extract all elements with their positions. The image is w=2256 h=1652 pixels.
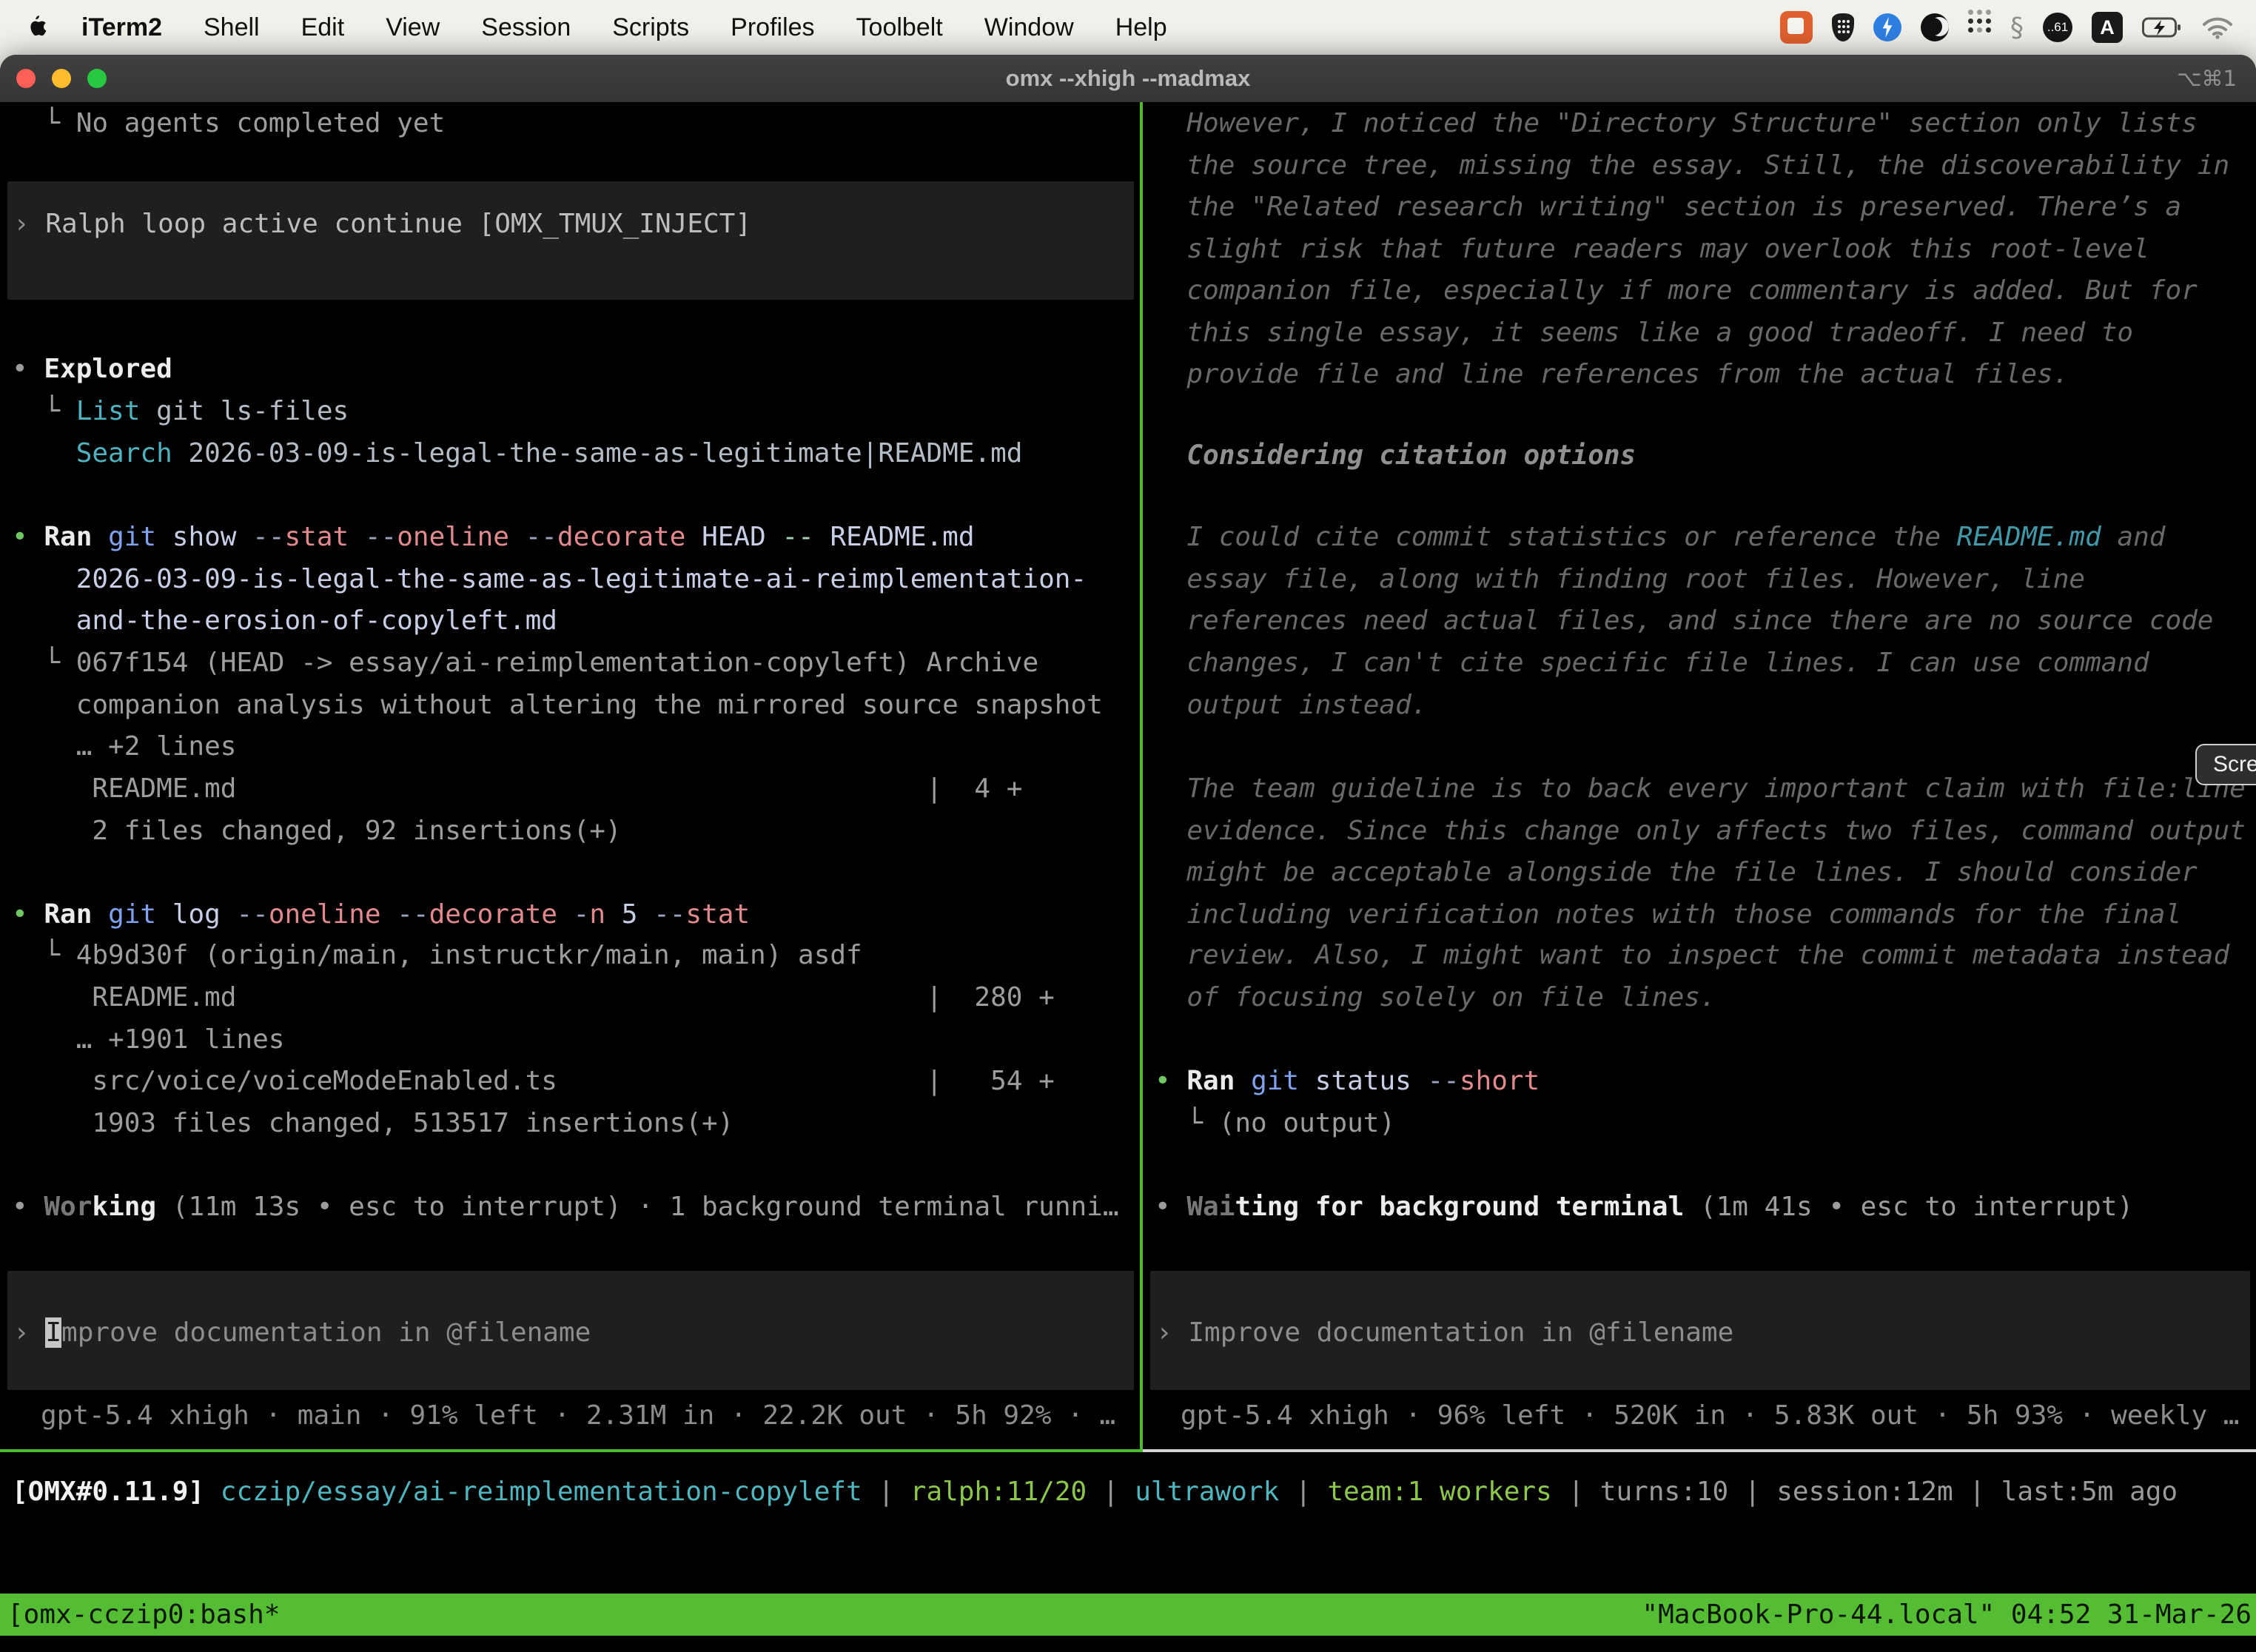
window-title: omx --xhigh --madmax [0, 65, 2256, 92]
terminal-line: › Improve documentation in @filename [1156, 1312, 1733, 1354]
menu-item-view[interactable]: View [365, 13, 460, 42]
terminal-line: • Ran git log --oneline --decorate -n 5 … [12, 893, 750, 936]
terminal-line: references need actual files, and since … [1155, 600, 2213, 642]
wifi-icon[interactable] [2201, 0, 2234, 55]
menu-bar: iTerm2 ShellEditViewSessionScriptsProfil… [0, 0, 2256, 55]
terminal-line: • Ran git show --stat --oneline --decora… [12, 516, 975, 558]
menubar-status-icons: § ..61 A [1780, 0, 2256, 55]
terminal-area: └ No agents completed yet › Ralph loop ac… [0, 102, 2256, 1449]
terminal-line: changes, I can't cite specific file line… [1155, 642, 2149, 684]
terminal-line: • Waiting for background terminal (1m 41… [1155, 1186, 2133, 1228]
terminal-line: 2 files changed, 92 insertions(+) [12, 810, 622, 852]
omx-status-line: [OMX#0.11.9] cczip/essay/ai-reimplementa… [12, 1471, 2178, 1513]
terminal-line: └ No agents completed yet [12, 102, 445, 144]
iterm-window: omx --xhigh --madmax ⌥⌘1 └ No agents com… [0, 55, 2256, 1652]
terminal-line: this single essay, it seems like a good … [1155, 312, 2133, 354]
terminal-line: might be acceptable alongside the file l… [1155, 851, 2198, 893]
right-model-status-line: gpt-5.4 xhigh · 96% left · 520K in · 5.8… [1181, 1394, 2239, 1437]
tmux-status-bar: [omx-cczip0:bash* "MacBook-Pro-44.local"… [0, 1594, 2256, 1636]
terminal-line: └ (no output) [1155, 1102, 1395, 1144]
left-pane[interactable]: └ No agents completed yet › Ralph loop ac… [0, 102, 1140, 1449]
menu-item-session[interactable]: Session [460, 13, 591, 42]
terminal-line: 1903 files changed, 513517 insertions(+) [12, 1102, 733, 1144]
terminal-line: └ List git ls-files [12, 390, 349, 432]
terminal-line: However, I noticed the "Directory Struct… [1155, 102, 2198, 144]
menu-item-window[interactable]: Window [964, 13, 1095, 42]
terminal-line: • Explored [12, 348, 172, 390]
terminal-line: the "Related research writing" section i… [1155, 186, 2181, 228]
terminal-line: of focusing solely on file lines. [1155, 976, 1716, 1018]
terminal-line: └ 067f154 (HEAD -> essay/ai-reimplementa… [12, 642, 1038, 684]
terminal-line: › Ralph loop active continue [OMX_TMUX_I… [13, 203, 751, 245]
screenshot-app-icon[interactable] [1780, 0, 1813, 55]
dots-grid-icon[interactable] [1968, 0, 1991, 55]
menu-item-scripts[interactable]: Scripts [591, 13, 710, 42]
screen-tooltip: Scre [2195, 744, 2256, 785]
terminal-line: • Ran git status --short [1155, 1060, 1540, 1102]
terminal-line: slight risk that future readers may over… [1155, 228, 2149, 270]
terminal-line: review. Also, I might want to inspect th… [1155, 934, 2229, 976]
terminal-line: … +1901 lines [12, 1018, 284, 1061]
keyboard-layout-icon[interactable]: A [2092, 0, 2123, 55]
terminal-line: companion analysis without altering the … [12, 684, 1103, 726]
battery-icon[interactable] [2142, 0, 2182, 55]
terminal-line: output instead. [1155, 684, 1427, 726]
moon-crescent-icon[interactable] [1921, 0, 1949, 55]
menu-item-edit[interactable]: Edit [281, 13, 366, 42]
terminal-line: … +2 lines [12, 725, 236, 768]
terminal-line: I could cite commit statistics or refere… [1155, 516, 2165, 558]
hook-icon[interactable]: § [2010, 0, 2024, 55]
lightning-bolt-icon[interactable] [1873, 0, 1901, 55]
terminal-line: companion file, especially if more comme… [1155, 269, 2198, 312]
menu-item-iterm2[interactable]: iTerm2 [61, 13, 177, 42]
terminal-line: The team guideline is to back every impo… [1155, 768, 2246, 810]
apple-menu-icon[interactable] [25, 14, 55, 41]
menu-item-shell[interactable]: Shell [183, 13, 281, 42]
terminal-line: Considering citation options [1155, 434, 1636, 477]
terminal-line: the source tree, missing the essay. Stil… [1155, 144, 2229, 187]
horizontal-divider-inactive[interactable] [1143, 1449, 2256, 1452]
menu-item-help[interactable]: Help [1095, 13, 1188, 42]
terminal-line: evidence. Since this change only affects… [1155, 810, 2246, 852]
battery-percent-badge-icon[interactable]: ..61 [2043, 0, 2072, 55]
window-titlebar[interactable]: omx --xhigh --madmax ⌥⌘1 [0, 55, 2256, 103]
menu-item-profiles[interactable]: Profiles [710, 13, 835, 42]
terminal-line: › Improve documentation in @filename [13, 1312, 591, 1354]
right-pane[interactable]: However, I noticed the "Directory Struct… [1143, 102, 2256, 1449]
shield-grid-icon[interactable] [1832, 0, 1854, 55]
terminal-line: src/voice/voiceModeEnabled.ts | 54 + [12, 1060, 1055, 1102]
window-shortcut-badge: ⌥⌘1 [2177, 66, 2237, 91]
terminal-line: 2026-03-09-is-legal-the-same-as-legitima… [12, 558, 1087, 600]
terminal-line: README.md | 4 + [12, 768, 1022, 810]
terminal-line: and-the-erosion-of-copyleft.md [12, 600, 557, 642]
terminal-line: provide file and line references from th… [1155, 353, 2069, 395]
terminal-line: • Working (11m 13s • esc to interrupt) ·… [12, 1186, 1119, 1228]
terminal-line: including verification notes with those … [1155, 893, 2181, 936]
tmux-session-label[interactable]: [omx-cczip0:bash* [7, 1594, 280, 1636]
terminal-line: essay file, along with finding root file… [1155, 558, 2085, 600]
menu-items: ShellEditViewSessionScriptsProfilesToolb… [183, 13, 1188, 42]
left-model-status-line: gpt-5.4 xhigh · main · 91% left · 2.31M … [41, 1394, 1115, 1437]
terminal-line: README.md | 280 + [12, 976, 1055, 1018]
menu-item-toolbelt[interactable]: Toolbelt [836, 13, 964, 42]
horizontal-divider-active[interactable] [0, 1449, 1143, 1452]
tmux-host-clock: "MacBook-Pro-44.local" 04:52 31-Mar-26 [1642, 1594, 2252, 1636]
terminal-line: Search 2026-03-09-is-legal-the-same-as-l… [12, 432, 1022, 474]
desktop: iTerm2 ShellEditViewSessionScriptsProfil… [0, 0, 2256, 1652]
terminal-line: └ 4b9d30f (origin/main, instructkr/main,… [12, 934, 862, 976]
